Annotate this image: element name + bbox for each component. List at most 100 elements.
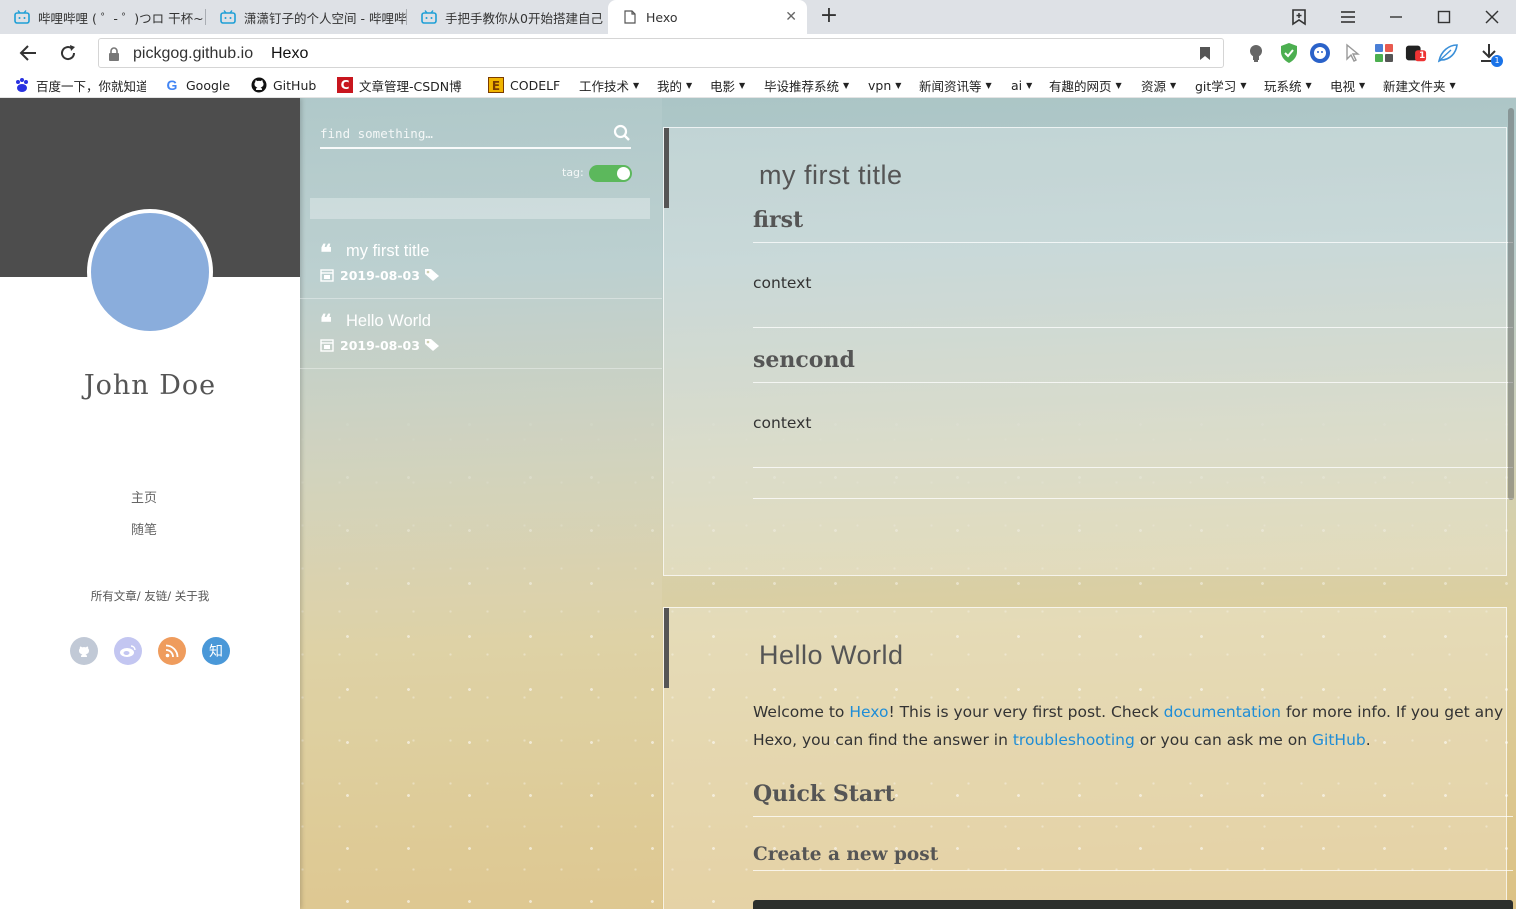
avatar[interactable] <box>87 209 213 335</box>
reload-icon[interactable] <box>54 40 82 66</box>
section-text: context <box>753 274 812 292</box>
bookmark-folder[interactable]: 我的 ▼ <box>657 76 692 94</box>
post-list-date: 2019-08-03 <box>340 338 420 353</box>
tab-title: Hexo <box>646 9 678 25</box>
shield-extension-icon[interactable] <box>1278 42 1300 64</box>
hexo-link[interactable]: Hexo <box>849 703 888 721</box>
menu-icon[interactable] <box>1325 0 1371 34</box>
tag-icon[interactable] <box>424 338 440 352</box>
bookmark-folder[interactable]: 毕设推荐系统 ▼ <box>764 76 849 94</box>
octocat-extension-icon[interactable] <box>1309 42 1331 64</box>
bookmark-folder[interactable]: 有趣的网页 ▼ <box>1049 76 1122 94</box>
divider <box>753 327 1513 328</box>
cursor-extension-icon[interactable] <box>1342 42 1364 64</box>
caret-down-icon: ▼ <box>1240 80 1247 90</box>
post-list-item[interactable]: ❝ Hello World 2019-08-03 <box>300 299 662 369</box>
title-accent-bar <box>664 608 669 688</box>
url-text[interactable]: pickgog.github.io <box>133 45 253 63</box>
post-list-date: 2019-08-03 <box>340 268 420 283</box>
article-title[interactable]: Hello World <box>759 640 904 671</box>
bookmark-folder[interactable]: 工作技术 ▼ <box>579 76 639 94</box>
section-text: context <box>753 414 812 432</box>
bookmark-label: 电视 <box>1330 78 1356 94</box>
back-arrow-icon[interactable] <box>14 40 42 66</box>
bookmark-google[interactable]: G Google <box>164 76 231 94</box>
tag-toggle-switch[interactable] <box>589 165 632 182</box>
close-window-icon[interactable] <box>1469 0 1515 34</box>
post-list-title[interactable]: Hello World <box>346 312 431 331</box>
bookmark-label: 毕设推荐系统 <box>764 78 840 94</box>
search-icon[interactable] <box>613 124 631 142</box>
tab-tutorial[interactable]: 手把手教你从0开始搭建自己 <box>407 0 608 34</box>
download-badge: 1 <box>1491 55 1503 67</box>
notification-extension-icon[interactable]: 1 <box>1405 42 1427 64</box>
troubleshooting-link[interactable]: troubleshooting <box>1013 731 1135 749</box>
nav-home-link[interactable]: 主页 <box>0 487 288 506</box>
tab-title: 潇潇钉子的个人空间 - 哔哩哔 <box>244 10 407 26</box>
toggle-knob <box>617 167 630 180</box>
bilibili-icon <box>14 10 30 24</box>
lock-icon[interactable] <box>107 46 121 62</box>
new-tab-button[interactable]: + <box>817 5 841 29</box>
bookmark-folder[interactable]: 电影 ▼ <box>710 76 745 94</box>
tab-strip: 哔哩哔哩 ( ゜- ゜)つロ 干杯~ 潇潇钉子的个人空间 - 哔哩哔 手把手教你… <box>0 0 1516 34</box>
zhihu-icon[interactable]: 知 <box>202 637 230 665</box>
article-title[interactable]: my first title <box>759 160 903 191</box>
google-icon: G <box>166 77 178 93</box>
tab-hexo[interactable]: Hexo ✕ <box>608 0 807 34</box>
about-link[interactable]: 关于我 <box>175 589 210 603</box>
all-posts-link[interactable]: 所有文章 <box>91 589 137 603</box>
friends-link[interactable]: 友链 <box>144 589 167 603</box>
bookmark-folder[interactable]: 资源 ▼ <box>1141 76 1176 94</box>
bookmark-label: 工作技术 <box>579 78 630 94</box>
documentation-link[interactable]: documentation <box>1164 703 1281 721</box>
tag-icon[interactable] <box>424 268 440 282</box>
address-bar[interactable]: pickgog.github.io Hexo <box>98 38 1224 68</box>
bookmark-label: 有趣的网页 <box>1049 78 1112 94</box>
divider <box>753 242 1513 243</box>
scrollbar-thumb[interactable] <box>1508 108 1514 500</box>
tab-bilibili-home[interactable]: 哔哩哔哩 ( ゜- ゜)つロ 干杯~ <box>0 0 206 34</box>
bookmark-folder[interactable]: ai ▼ <box>1011 76 1032 94</box>
tab-search-icon[interactable] <box>1276 0 1322 34</box>
page-scrollbar[interactable] <box>1506 98 1516 909</box>
bookmark-folder[interactable]: 新闻资讯等 ▼ <box>919 76 992 94</box>
github-icon <box>251 77 267 93</box>
maximize-icon[interactable] <box>1421 0 1467 34</box>
download-icon[interactable]: 1 <box>1478 42 1503 67</box>
bookmark-star-icon[interactable] <box>1199 46 1211 61</box>
bookmark-folder[interactable]: 新建文件夹 ▼ <box>1383 76 1456 94</box>
divider <box>753 870 1513 871</box>
post-list-item[interactable]: ❝ my first title 2019-08-03 <box>300 229 662 299</box>
search-box[interactable]: find something… <box>320 122 631 149</box>
nav-notes-link[interactable]: 随笔 <box>0 519 288 538</box>
article-card: my first title first context sencond con… <box>663 127 1513 576</box>
close-tab-icon[interactable]: ✕ <box>785 9 797 25</box>
rss-icon[interactable] <box>158 637 186 665</box>
bookmark-csdn[interactable]: C 文章管理-CSDN博 <box>337 76 462 94</box>
divider <box>753 467 1513 468</box>
quote-icon: ❝ <box>320 240 332 266</box>
caret-down-icon: ▼ <box>1026 80 1033 90</box>
post-list-title[interactable]: my first title <box>346 242 429 261</box>
weibo-icon[interactable] <box>114 637 142 665</box>
csdn-icon: C <box>337 77 353 93</box>
bookmark-folder[interactable]: vpn ▼ <box>868 76 901 94</box>
bulb-extension-icon[interactable] <box>1245 42 1267 64</box>
bookmark-folder[interactable]: 电视 ▼ <box>1330 76 1365 94</box>
apps-extension-icon[interactable] <box>1373 42 1395 64</box>
tab-title: 手把手教你从0开始搭建自己 <box>445 10 603 26</box>
bookmark-github[interactable]: GitHub <box>251 76 316 94</box>
leaf-extension-icon[interactable] <box>1437 42 1459 64</box>
bookmark-folder[interactable]: git学习 ▼ <box>1195 76 1246 94</box>
minimize-icon[interactable] <box>1373 0 1419 34</box>
tab-bilibili-space[interactable]: 潇潇钉子的个人空间 - 哔哩哔 <box>206 0 407 34</box>
bookmark-folder[interactable]: 玩系统 ▼ <box>1264 76 1312 94</box>
bookmark-baidu[interactable]: 百度一下，你就知道 <box>14 76 146 94</box>
search-input[interactable]: find something… <box>320 126 433 141</box>
caret-down-icon: ▼ <box>1170 80 1177 90</box>
github-icon[interactable] <box>70 637 98 665</box>
github-link[interactable]: GitHub <box>1312 731 1366 749</box>
tag-toggle-label: tag: <box>562 166 584 179</box>
bookmark-codelf[interactable]: E CODELF <box>488 76 560 94</box>
